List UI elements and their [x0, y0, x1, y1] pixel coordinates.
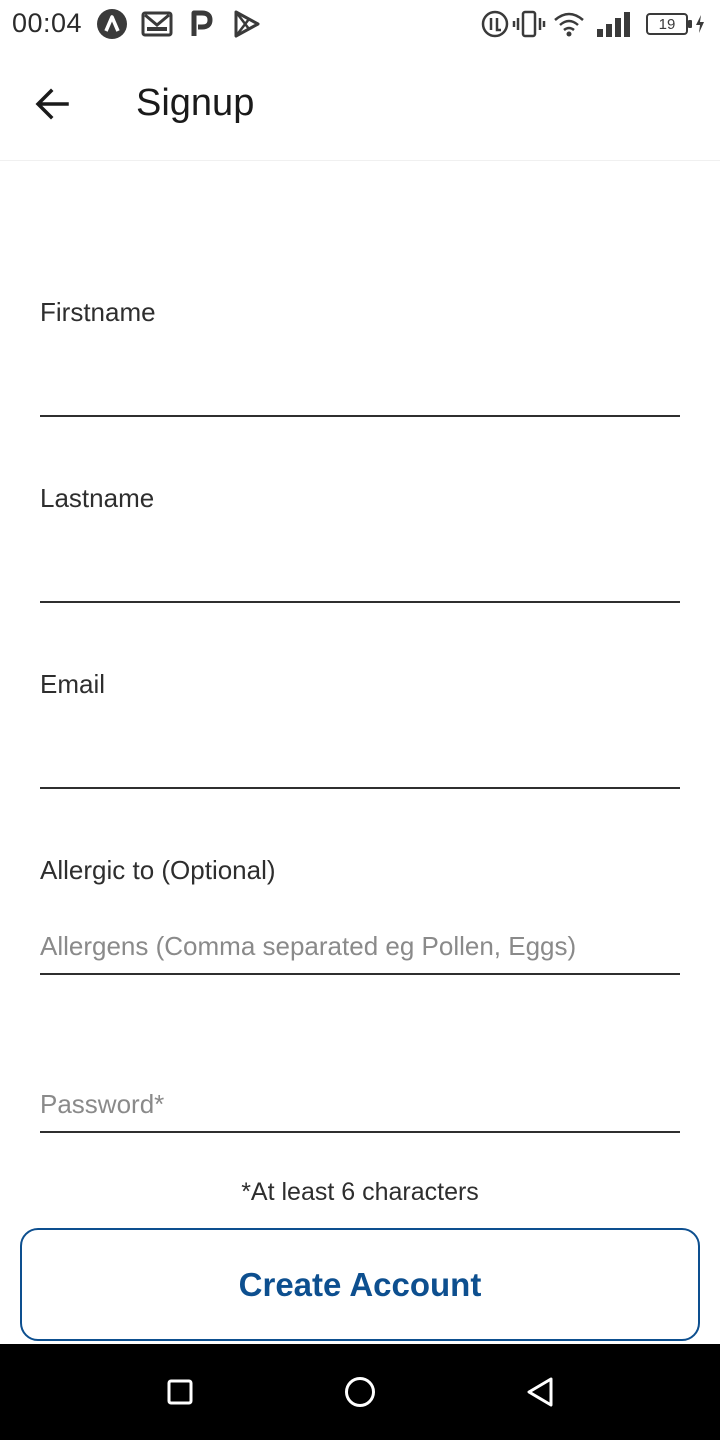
lastname-label: Lastname: [40, 483, 155, 513]
navigation-bar: [0, 1344, 720, 1440]
nav-back-button[interactable]: [516, 1368, 564, 1416]
status-time: 00:04: [12, 8, 83, 38]
email-input[interactable]: [40, 733, 680, 789]
back-button[interactable]: [24, 76, 80, 132]
create-account-button[interactable]: Create Account: [20, 1228, 700, 1341]
lastname-input[interactable]: [40, 547, 680, 603]
status-bar: 00:04 19: [0, 0, 720, 50]
recents-button[interactable]: [156, 1368, 204, 1416]
home-button[interactable]: [336, 1368, 384, 1416]
p-app-icon: [186, 9, 216, 39]
firstname-input[interactable]: [40, 361, 680, 417]
play-store-icon: [230, 9, 262, 39]
page-title: Signup: [136, 82, 255, 124]
home-circle-icon: [345, 1377, 375, 1407]
gmail-icon: [140, 9, 174, 39]
allergy-label: Allergic to (Optional): [40, 855, 276, 885]
vibrate-icon: [512, 9, 546, 39]
recents-square-icon: [167, 1379, 193, 1405]
arrow-back-icon: [35, 88, 69, 120]
app-bar: Signup: [0, 50, 720, 161]
wifi-icon: [552, 9, 586, 39]
allergens-input[interactable]: [40, 919, 680, 975]
signal-icon: [594, 9, 634, 39]
password-hint: *At least 6 characters: [241, 1178, 479, 1206]
a-app-icon: [96, 9, 128, 39]
data-icon: [480, 9, 510, 39]
back-triangle-icon: [527, 1377, 553, 1407]
charging-icon: [692, 9, 708, 39]
firstname-label: Firstname: [40, 297, 156, 327]
battery-icon: 19: [646, 13, 692, 35]
password-input[interactable]: [40, 1077, 680, 1133]
email-label: Email: [40, 669, 106, 699]
battery-level: 19: [658, 15, 676, 33]
